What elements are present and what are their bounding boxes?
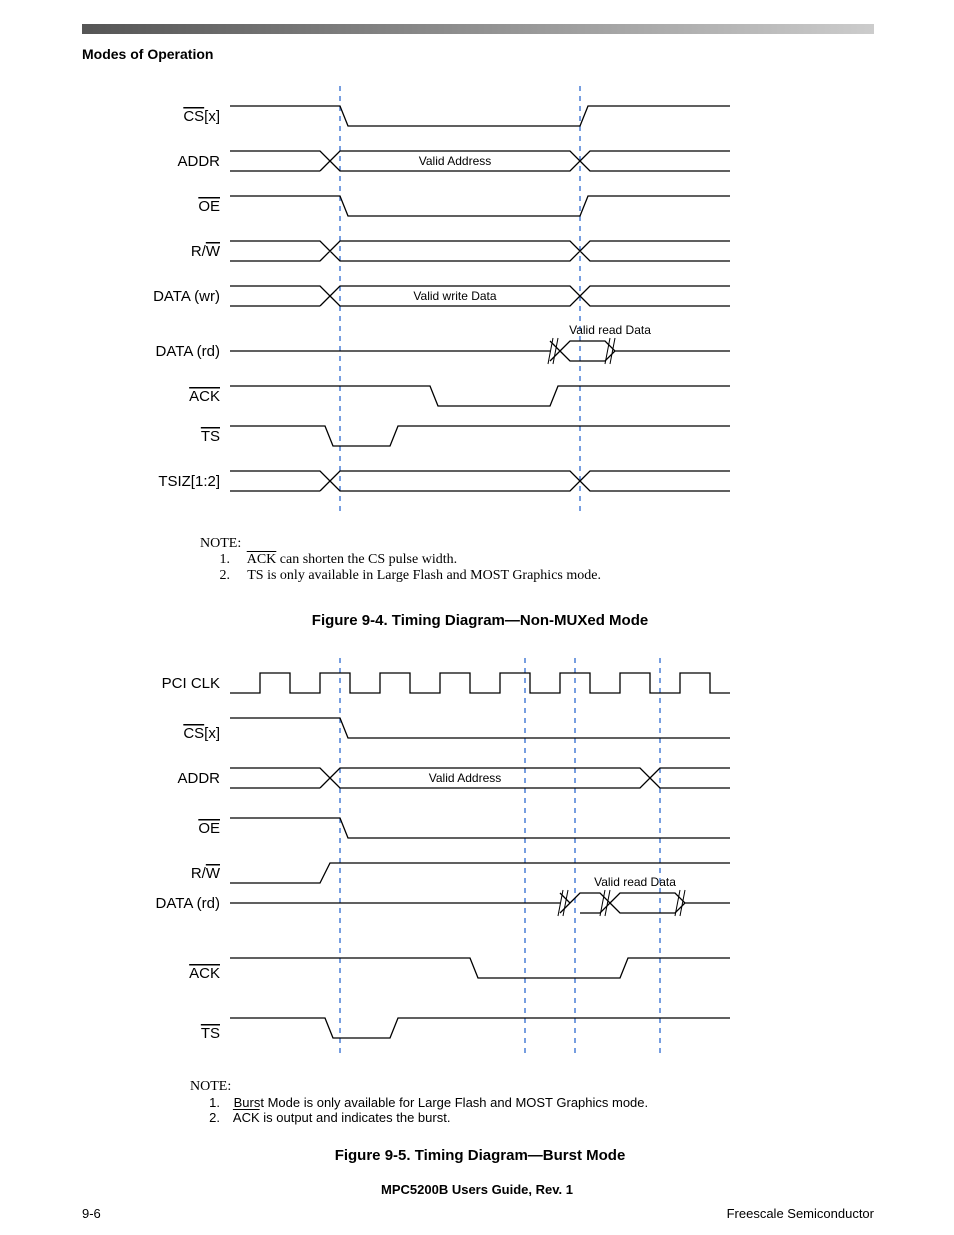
note-header: NOTE: bbox=[200, 536, 241, 551]
svg-text:OE: OE bbox=[198, 820, 220, 837]
note-text: can shorten the CS pulse width. bbox=[276, 552, 457, 567]
svg-text:R/W: R/W bbox=[191, 243, 221, 260]
note-number: 2. bbox=[190, 1110, 220, 1125]
figure-2-notes: NOTE: 1. Burst Mode is only available fo… bbox=[190, 1078, 830, 1125]
company-name: Freescale Semiconductor bbox=[727, 1206, 874, 1221]
svg-text:Valid read Data: Valid read Data bbox=[569, 323, 651, 337]
svg-text:ADDR: ADDR bbox=[177, 153, 220, 170]
note-text: Burst Mode is only available for Large F… bbox=[234, 1095, 649, 1110]
svg-text:DATA (rd): DATA (rd) bbox=[156, 343, 220, 360]
svg-text:TS: TS bbox=[201, 1025, 220, 1042]
page-top-bar bbox=[82, 24, 874, 34]
note-text: TS is only available in Large Flash and … bbox=[247, 568, 601, 583]
figure-1-notes: NOTE: 1. ACK can shorten the CS pulse wi… bbox=[200, 536, 830, 584]
svg-text:TSIZ[1:2]: TSIZ[1:2] bbox=[158, 473, 220, 490]
figure-9-4: CS[x] ADDR Valid Address OE R/W DATA (wr… bbox=[130, 86, 830, 629]
svg-text:ACK: ACK bbox=[189, 388, 220, 405]
note-text: is output and indicates the burst. bbox=[260, 1110, 451, 1125]
svg-text:TS: TS bbox=[201, 428, 220, 445]
note-header: NOTE: bbox=[190, 1079, 231, 1094]
note-number: 1. bbox=[200, 552, 230, 568]
document-title: MPC5200B Users Guide, Rev. 1 bbox=[0, 1182, 954, 1197]
svg-text:Valid Address: Valid Address bbox=[429, 771, 502, 785]
svg-text:Valid write Data: Valid write Data bbox=[413, 289, 496, 303]
figure-caption-2: Figure 9-5. Timing Diagram—Burst Mode bbox=[130, 1147, 830, 1164]
svg-text:DATA (rd): DATA (rd) bbox=[156, 895, 220, 912]
svg-text:Valid read Data: Valid read Data bbox=[594, 875, 676, 889]
svg-text:CS[x]: CS[x] bbox=[183, 725, 220, 742]
note-text-overline: ACK bbox=[233, 1110, 260, 1125]
svg-text:DATA (wr): DATA (wr) bbox=[153, 288, 220, 305]
figure-caption-1: Figure 9-4. Timing Diagram—Non-MUXed Mod… bbox=[130, 612, 830, 629]
section-header: Modes of Operation bbox=[82, 46, 213, 62]
svg-text:Valid Address: Valid Address bbox=[419, 154, 492, 168]
note-text-overline: ACK bbox=[247, 552, 277, 567]
figure-9-5: PCI CLK CS[x] ADDR Valid Address OE R/W … bbox=[130, 658, 830, 1164]
svg-text:ACK: ACK bbox=[189, 965, 220, 982]
svg-text:ADDR: ADDR bbox=[177, 770, 220, 787]
note-number: 1. bbox=[190, 1095, 220, 1110]
svg-text:PCI CLK: PCI CLK bbox=[162, 675, 220, 692]
timing-diagram-2: PCI CLK CS[x] ADDR Valid Address OE R/W … bbox=[130, 658, 830, 1078]
timing-diagram-1: CS[x] ADDR Valid Address OE R/W DATA (wr… bbox=[130, 86, 830, 536]
page-number: 9-6 bbox=[82, 1206, 101, 1221]
note-number: 2. bbox=[200, 568, 230, 584]
svg-text:OE: OE bbox=[198, 198, 220, 215]
svg-text:CS[x]: CS[x] bbox=[183, 108, 220, 125]
svg-text:R/W: R/W bbox=[191, 865, 221, 882]
